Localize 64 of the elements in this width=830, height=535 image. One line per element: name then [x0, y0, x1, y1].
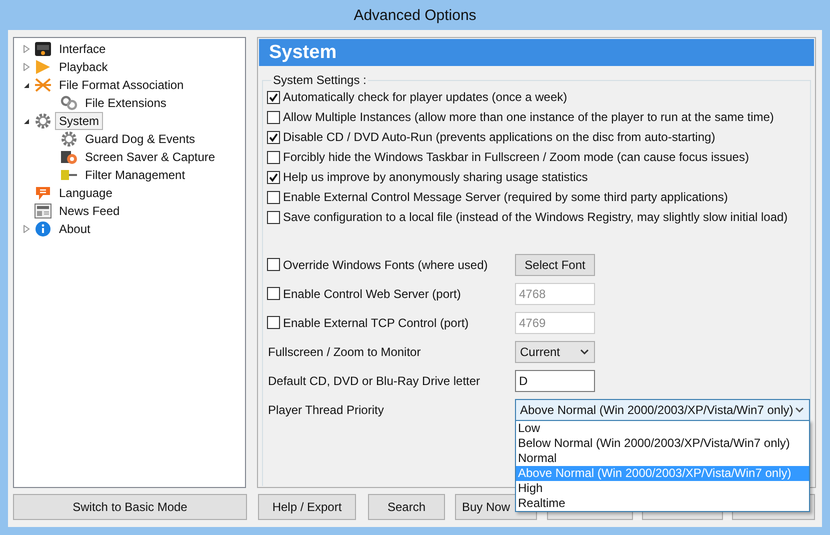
- monitor-icon: [60, 149, 78, 165]
- speech-bubble-icon: [34, 185, 52, 201]
- checkbox-label: Allow Multiple Instances (allow more than one instance of the player to run at the same time): [283, 110, 774, 124]
- tree-item[interactable]: Language: [55, 184, 116, 202]
- plug-icon: [60, 167, 78, 183]
- checkbox-label: Disable CD / DVD Auto-Run (prevents applications on the disc from auto-starting): [283, 130, 716, 144]
- panel-header: System: [259, 39, 814, 66]
- group-title: System Settings :: [272, 73, 368, 87]
- checkbox-label: Save configuration to a local file (instead of the Windows Registry, may slightly slow initial load): [283, 210, 788, 224]
- checkbox-label: Automatically check for player updates (once a week): [283, 90, 568, 104]
- dropdown-option[interactable]: Normal: [516, 450, 809, 466]
- checkbox-label: Help us improve by anonymously sharing usage statistics: [283, 170, 588, 184]
- film-icon: [34, 41, 52, 57]
- option-label: Player Thread Priority: [267, 402, 384, 416]
- monitor-select[interactable]: Current: [515, 340, 595, 362]
- option-label: Fullscreen / Zoom to Monitor: [267, 344, 421, 358]
- info-icon: [34, 221, 52, 237]
- expanded-arrow-icon[interactable]: [22, 118, 31, 124]
- checkbox[interactable]: [267, 150, 280, 164]
- priority-select[interactable]: Above Normal (Win 2000/2003/XP/Vista/Win7 only): [515, 398, 810, 420]
- option-label: Default CD, DVD or Blu-Ray Drive letter: [267, 374, 480, 388]
- checkbox[interactable]: [267, 90, 280, 104]
- checkbox-label: Enable External TCP Control (port): [283, 316, 469, 330]
- window-title: Advanced Options: [354, 6, 476, 24]
- checkbox[interactable]: [267, 210, 280, 224]
- chevron-down-icon: [580, 348, 589, 354]
- expanded-arrow-icon[interactable]: [22, 82, 31, 88]
- chain-icon: [60, 95, 78, 111]
- search-button[interactable]: Search: [368, 494, 445, 520]
- drive-letter-field[interactable]: D: [515, 370, 595, 392]
- collapsed-arrow-icon[interactable]: [22, 45, 31, 53]
- checkbox[interactable]: [267, 110, 280, 124]
- collapsed-arrow-icon[interactable]: [22, 225, 31, 233]
- collapsed-arrow-icon[interactable]: [22, 63, 31, 71]
- checkbox-label: Forcibly hide the Windows Taskbar in Fullscreen / Zoom mode (can cause focus issues): [283, 150, 749, 164]
- basic-mode-button[interactable]: Switch to Basic Mode: [13, 494, 247, 520]
- tree-item[interactable]: Guard Dog & Events: [81, 130, 200, 148]
- cross-arrows-icon: [34, 77, 52, 93]
- checkbox[interactable]: [267, 130, 280, 144]
- dropdown-option[interactable]: Low: [516, 420, 809, 436]
- dropdown-option[interactable]: Below Normal (Win 2000/2003/XP/Vista/Win7 only): [516, 436, 809, 450]
- help-button[interactable]: Help / Export: [258, 494, 356, 520]
- tree-item[interactable]: About: [55, 220, 94, 238]
- tree-item[interactable]: Filter Management: [81, 166, 190, 184]
- checkbox[interactable]: [267, 170, 280, 184]
- checkbox-label: Override Windows Fonts (where used): [283, 258, 488, 272]
- checkbox[interactable]: [267, 190, 280, 204]
- play-icon: [34, 59, 52, 75]
- checkbox-label: Enable External Control Message Server (required by some third party applications): [283, 190, 728, 204]
- tree-item[interactable]: File Format Association: [55, 76, 188, 94]
- gear-icon: [34, 113, 52, 129]
- tree-item[interactable]: File Extensions: [81, 94, 170, 112]
- checkbox-label: Enable Control Web Server (port): [283, 286, 461, 300]
- tree-item[interactable]: Interface: [55, 40, 110, 58]
- newspaper-icon: [34, 203, 52, 219]
- chevron-down-icon: [795, 406, 804, 412]
- tree-item[interactable]: Playback: [55, 58, 112, 76]
- dropdown-option[interactable]: High: [516, 480, 809, 496]
- tree-item[interactable]: News Feed: [55, 202, 124, 220]
- tree-item[interactable]: System: [55, 112, 104, 130]
- gear-icon: [60, 131, 78, 147]
- checkbox[interactable]: [267, 258, 280, 271]
- tree-item[interactable]: Screen Saver & Capture: [81, 148, 220, 166]
- select-font-button[interactable]: Select Font: [515, 254, 595, 276]
